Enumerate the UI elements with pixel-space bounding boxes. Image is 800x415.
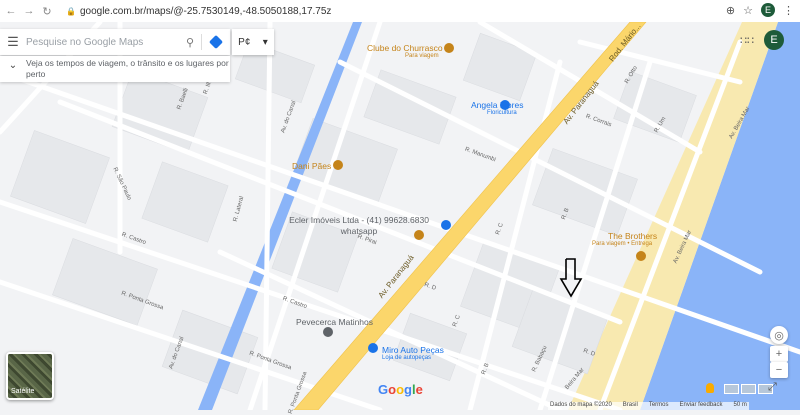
terms-link[interactable]: Termos	[649, 402, 669, 410]
logo-letter: g	[404, 382, 412, 397]
lock-icon: 🔒	[66, 6, 76, 16]
poi-label-the-brothers[interactable]: The Brothers	[608, 231, 657, 241]
logo-letter: e	[415, 382, 423, 397]
poi-sub-angela-flores: Floricultura	[487, 110, 517, 116]
poi-marker	[441, 220, 451, 230]
google-logo: Google	[378, 382, 423, 397]
poi-label-pevecerca-matinhos[interactable]: Pevecerca Matinhos	[296, 317, 373, 327]
expand-icon[interactable]: ⤢	[768, 381, 777, 394]
poi-sub-miro-auto-pecas: Loja de autopeças	[382, 355, 432, 361]
browser-toolbar: ← → ↻ 🔒 google.com.br/maps/@-25.7530149,…	[0, 0, 800, 23]
travel-times-text: Veja os tempos de viagem, o trânsito e o…	[26, 58, 229, 79]
crosshair-icon: ◎	[774, 329, 784, 342]
thumbnail-tile[interactable]	[741, 384, 756, 394]
account-avatar[interactable]: E	[764, 30, 784, 50]
country-link[interactable]: Brasil	[623, 402, 638, 410]
poi-sub-clube-do-churrasco: Para viagem	[405, 53, 439, 59]
forward-icon[interactable]: →	[22, 4, 36, 18]
thumbnail-tile[interactable]	[724, 384, 739, 394]
back-icon[interactable]: ←	[4, 4, 18, 18]
search-input[interactable]: Pesquise no Google Maps	[26, 37, 179, 48]
feedback-link[interactable]: Enviar feedback	[679, 402, 722, 410]
poi-label-angela-flores[interactable]: Angela Flores	[471, 100, 523, 110]
scale-bar[interactable]: 50 m	[734, 402, 747, 410]
address-bar[interactable]: 🔒 google.com.br/maps/@-25.7530149,-48.50…	[66, 6, 331, 17]
search-box: ☰ Pesquise no Google Maps ⚲	[0, 29, 230, 55]
location-icon[interactable]: ⊕	[726, 4, 735, 17]
browser-profile-avatar[interactable]: E	[761, 3, 775, 17]
map-attribution: Dados do mapa ©2020 Brasil Termos Enviar…	[548, 402, 749, 410]
travel-times-card[interactable]: ⌄ Veja os tempos de viagem, o trânsito e…	[0, 56, 230, 82]
pegman-icon[interactable]	[706, 383, 714, 393]
apps-grid-icon[interactable]: ∷∷	[740, 34, 754, 47]
zoom-in-button[interactable]: +	[770, 346, 788, 362]
zoom-out-button[interactable]: −	[770, 362, 788, 378]
satellite-label: Satélite	[11, 388, 35, 395]
menu-icon[interactable]: ☰	[0, 34, 26, 50]
chevron-down-icon[interactable]: ⌄	[0, 56, 26, 82]
map-data-text: Dados do mapa ©2020	[550, 402, 612, 408]
poi-label-clube-do-churrasco[interactable]: Clube do Churrasco	[367, 43, 443, 53]
search-icon[interactable]: ⚲	[179, 36, 201, 49]
browser-menu-icon[interactable]: ⋮	[783, 4, 794, 17]
my-location-button[interactable]: ◎	[770, 326, 788, 344]
bookmark-star-icon[interactable]: ☆	[743, 4, 753, 17]
language-button[interactable]: P¢ ▾	[232, 29, 274, 55]
directions-button[interactable]	[202, 34, 230, 50]
poi-label-miro-auto-pecas[interactable]: Miro Auto Peças	[382, 345, 444, 355]
poi-marker	[333, 160, 343, 170]
logo-letter: G	[378, 382, 389, 397]
url-text: google.com.br/maps/@-25.7530149,-48.5050…	[79, 5, 332, 17]
poi-label-ecler-imoveis[interactable]: Ecler Imóveis Ltda - (41) 99628.6830 wha…	[289, 215, 429, 237]
language-label: P¢	[238, 36, 251, 48]
reload-icon[interactable]: ↻	[40, 4, 54, 18]
directions-icon	[208, 34, 224, 50]
poi-marker	[636, 251, 646, 261]
satellite-toggle[interactable]: Satélite	[6, 352, 54, 400]
logo-letter: o	[396, 382, 405, 397]
poi-marker	[444, 43, 454, 53]
caret-down-icon: ▾	[262, 36, 268, 48]
poi-sub-the-brothers: Para viagem • Entrega	[592, 241, 653, 247]
poi-marker	[368, 343, 378, 353]
poi-label-dani-paes[interactable]: Dani Pães	[292, 161, 331, 171]
imagery-thumbnails[interactable]	[724, 384, 773, 394]
poi-marker	[323, 327, 333, 337]
logo-letter: o	[388, 382, 397, 397]
